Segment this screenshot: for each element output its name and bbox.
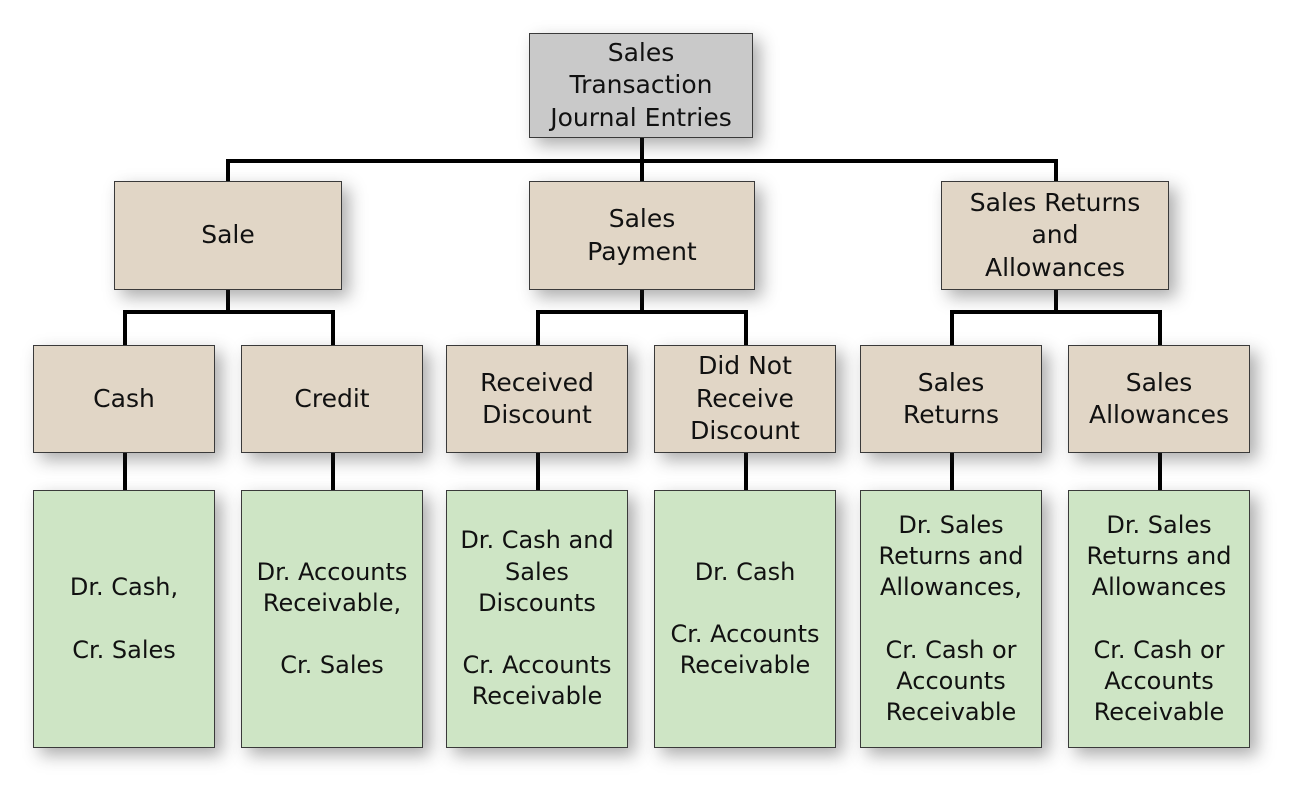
node-cash: Cash xyxy=(33,345,215,453)
node-entry-sales-returns: Dr. Sales Returns and Allowances, Cr. Ca… xyxy=(860,490,1042,748)
node-label: Cash xyxy=(93,383,155,413)
node-label: Dr. Sales Returns and Allowances, Cr. Ca… xyxy=(878,510,1024,726)
connector-sale-stem xyxy=(226,290,230,312)
node-label: Sales Returns and Allowances xyxy=(969,187,1141,282)
connector-to-sales-returns xyxy=(950,310,954,346)
node-sales-returns: Sales Returns xyxy=(860,345,1042,453)
connector-did-not-receive-discount-to-entry xyxy=(744,453,748,491)
connector-to-credit xyxy=(331,310,335,346)
node-label: Sale xyxy=(201,220,255,250)
connector-to-received-discount xyxy=(536,310,540,346)
node-received-discount: Received Discount xyxy=(446,345,628,453)
node-entry-cash: Dr. Cash, Cr. Sales xyxy=(33,490,215,748)
node-sales-allowances: Sales Allowances xyxy=(1068,345,1250,453)
connector-credit-to-entry xyxy=(331,453,335,491)
connector-cash-to-entry xyxy=(123,453,127,491)
node-sales-returns-and-allowances: Sales Returns and Allowances xyxy=(941,181,1169,290)
node-label: Dr. Cash, Cr. Sales xyxy=(69,573,179,664)
connector-to-sale xyxy=(226,159,230,182)
node-label: Sales Returns xyxy=(903,367,999,430)
node-entry-did-not-receive-discount: Dr. Cash Cr. Accounts Receivable xyxy=(654,490,836,748)
node-entry-received-discount: Dr. Cash and Sales Discounts Cr. Account… xyxy=(446,490,628,748)
node-label: Sales Transaction Journal Entries xyxy=(550,37,732,132)
connector-to-cash xyxy=(123,310,127,346)
node-label: Dr. Sales Returns and Allowances Cr. Cas… xyxy=(1086,510,1232,726)
connector-sales-payment-bus xyxy=(536,310,748,314)
node-label: Sales Allowances xyxy=(1088,367,1230,430)
connector-to-sales-returns-allowances xyxy=(1054,159,1058,182)
node-entry-credit: Dr. Accounts Receivable, Cr. Sales xyxy=(241,490,423,748)
connector-sales-returns-allowances-bus xyxy=(950,310,1162,314)
node-entry-sales-allowances: Dr. Sales Returns and Allowances Cr. Cas… xyxy=(1068,490,1250,748)
node-label: Dr. Cash and Sales Discounts Cr. Account… xyxy=(460,526,614,711)
node-sales-transaction-journal-entries: Sales Transaction Journal Entries xyxy=(529,33,753,138)
connector-sales-allowances-to-entry xyxy=(1158,453,1162,491)
connector-sales-returns-allowances-stem xyxy=(1054,290,1058,312)
connector-to-sales-allowances xyxy=(1158,310,1162,346)
node-label: Did Not Receive Discount xyxy=(690,351,800,446)
sales-transaction-journal-entries-diagram: Sales Transaction Journal Entries Sale S… xyxy=(0,0,1300,801)
node-label: Dr. Accounts Receivable, Cr. Sales xyxy=(256,557,408,680)
node-label: Dr. Cash Cr. Accounts Receivable xyxy=(670,557,820,680)
node-sales-payment: Sales Payment xyxy=(529,181,755,290)
node-did-not-receive-discount: Did Not Receive Discount xyxy=(654,345,836,453)
connector-sales-returns-to-entry xyxy=(950,453,954,491)
connector-sale-bus xyxy=(123,310,335,314)
node-credit: Credit xyxy=(241,345,423,453)
connector-sales-payment-stem xyxy=(640,290,644,312)
node-label: Received Discount xyxy=(480,367,594,430)
node-label: Sales Payment xyxy=(587,204,697,266)
connector-to-did-not-receive-discount xyxy=(744,310,748,346)
connector-received-discount-to-entry xyxy=(536,453,540,491)
connector-to-sales-payment xyxy=(640,159,644,182)
node-label: Credit xyxy=(294,383,370,413)
node-sale: Sale xyxy=(114,181,342,290)
